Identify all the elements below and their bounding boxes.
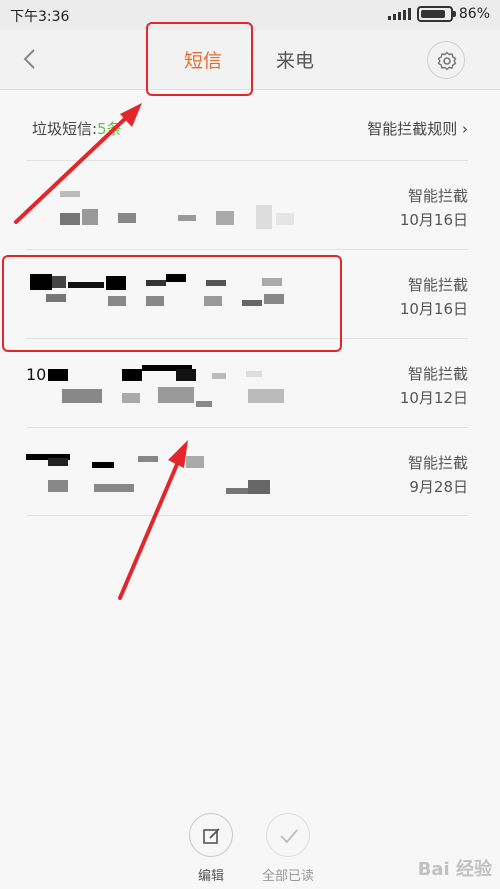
battery-percent: 86% <box>458 6 490 22</box>
message-date: 10月16日 <box>399 211 468 229</box>
battery-fill <box>420 10 445 18</box>
message-item[interactable]: 智能拦截 9月28日 <box>26 427 468 516</box>
tab-calls[interactable]: 来电 <box>276 46 314 73</box>
annotation-box-sms-tab <box>146 22 253 96</box>
signal-icon <box>387 8 411 20</box>
message-tag: 智能拦截 <box>407 365 468 383</box>
settings-button[interactable] <box>427 41 465 79</box>
redacted-content <box>26 428 326 517</box>
spam-label: 垃圾短信:5条 <box>32 120 122 138</box>
redacted-content <box>26 161 326 250</box>
mark-all-read-button[interactable]: 全部已读 <box>258 813 318 884</box>
chevron-right-icon: › <box>462 120 468 138</box>
message-tag: 智能拦截 <box>407 454 468 472</box>
status-right: 86% <box>387 6 490 22</box>
message-tag: 智能拦截 <box>407 276 468 294</box>
battery-icon <box>416 6 456 22</box>
mark-all-read-label: 全部已读 <box>261 869 314 884</box>
message-date: 10月16日 <box>399 300 468 318</box>
redacted-content <box>26 339 326 428</box>
spam-summary-row[interactable]: 垃圾短信:5条 智能拦截规则 › <box>0 100 500 160</box>
watermark: Bai 经验 <box>417 859 492 880</box>
edit-button[interactable]: 编辑 <box>181 813 241 884</box>
gear-icon <box>437 51 457 71</box>
message-date: 10月12日 <box>399 389 468 407</box>
back-icon[interactable] <box>16 42 46 76</box>
message-item[interactable]: 智能拦截 10月16日 <box>26 160 468 249</box>
edit-icon <box>203 828 220 844</box>
checkmark-icon <box>280 829 298 844</box>
smart-block-rules-link[interactable]: 智能拦截规则 › <box>367 118 468 139</box>
edit-label: 编辑 <box>197 869 224 884</box>
message-date: 9月28日 <box>409 478 468 496</box>
status-time: 下午3:36 <box>10 9 70 25</box>
message-tag: 智能拦截 <box>407 187 468 205</box>
spam-count: 5条 <box>97 120 122 138</box>
annotation-box-message <box>2 255 342 352</box>
